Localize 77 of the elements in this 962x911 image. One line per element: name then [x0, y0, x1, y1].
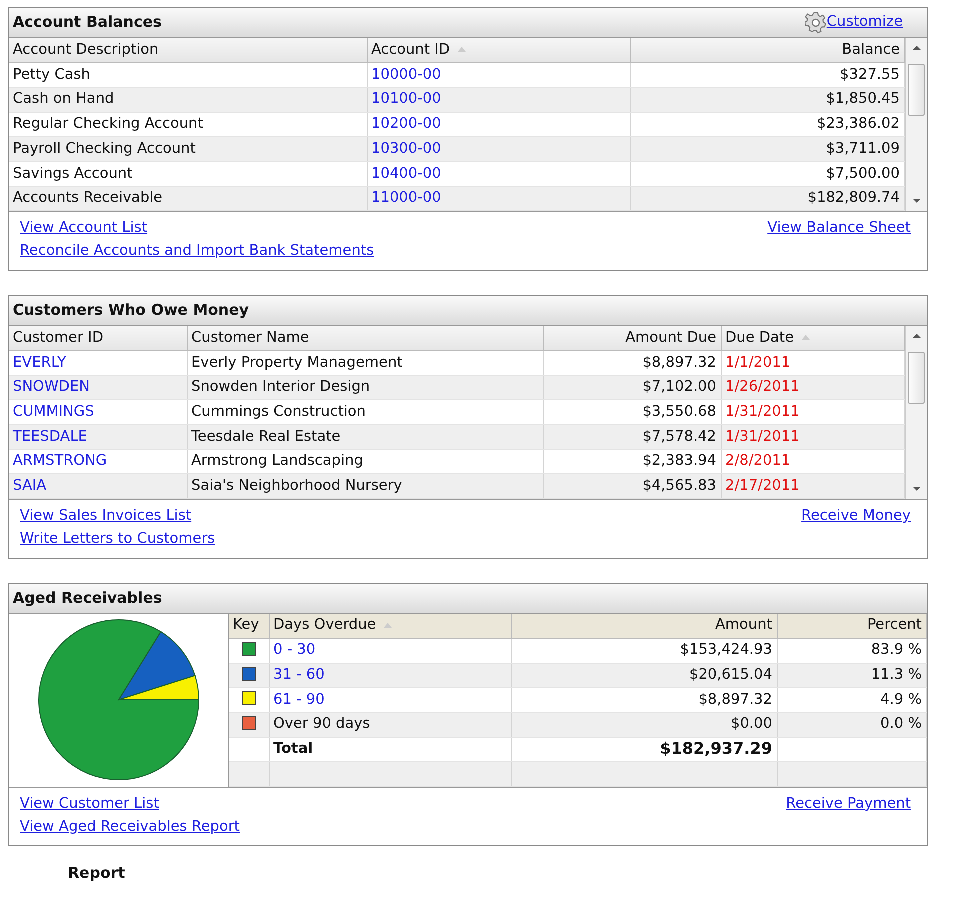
link[interactable]: Write Letters to Customers: [20, 528, 216, 551]
table-cell: $20,615.04: [511, 663, 777, 688]
days-overdue-link[interactable]: 0 - 30: [269, 638, 511, 663]
table-cell: $1,850.45: [630, 87, 904, 112]
account-id-link[interactable]: 10000-00: [367, 62, 630, 88]
table-cell: 1/31/2011: [721, 424, 904, 450]
table-cell: $7,500.00: [630, 161, 904, 186]
table-cell: Petty Cash: [9, 62, 367, 88]
scroll-up-icon[interactable]: [913, 334, 921, 338]
link[interactable]: Receive Payment: [786, 794, 911, 816]
panel-title: Customers Who Owe Money: [13, 300, 250, 322]
account-id-link[interactable]: 10100-00: [367, 87, 630, 112]
table-cell: Accounts Receivable: [9, 186, 367, 211]
column-header[interactable]: Amount: [511, 614, 777, 638]
table-cell: Teesdale Real Estate: [187, 424, 543, 450]
column-header[interactable]: Customer Name: [187, 326, 543, 350]
table-cell: 1/26/2011: [721, 375, 904, 400]
customer-id-link[interactable]: TEESDALE: [9, 424, 187, 450]
column-header[interactable]: Key: [229, 614, 269, 638]
account-id-link[interactable]: 11000-00: [367, 186, 630, 211]
account-id-link[interactable]: 10400-00: [367, 161, 630, 186]
link[interactable]: View Sales Invoices List: [20, 506, 216, 528]
table-cell: $8,897.32: [511, 688, 777, 712]
table-cell: Everly Property Management: [187, 350, 543, 376]
link[interactable]: View Account List: [20, 218, 374, 240]
table-cell: $0.00: [511, 712, 777, 738]
column-header[interactable]: Account Description: [9, 38, 367, 63]
days-overdue-link[interactable]: 61 - 90: [269, 688, 511, 712]
scroll-down-icon[interactable]: [913, 487, 921, 492]
table-cell: $7,102.00: [543, 375, 721, 400]
table-cell: $7,578.42: [543, 424, 721, 450]
table-cell: 83.9 %: [777, 638, 926, 663]
scroll-up-icon[interactable]: [913, 46, 921, 50]
table-cell: Over 90 days: [269, 712, 511, 738]
column-header[interactable]: Due Date: [721, 326, 904, 350]
table-cell: $327.55: [630, 62, 904, 88]
column-header[interactable]: Days Overdue: [269, 614, 511, 638]
panel-title: Report: [67, 863, 126, 884]
column-header[interactable]: Customer ID: [9, 326, 187, 350]
table-cell: Payroll Checking Account: [9, 136, 367, 162]
table-cell: 0.0 %: [777, 712, 926, 738]
table-cell: 1/1/2011: [721, 350, 904, 376]
table-cell: 2/17/2011: [721, 474, 904, 499]
table-cell: $3,711.09: [630, 136, 904, 162]
link[interactable]: Reconcile Accounts and Import Bank Statements: [20, 241, 374, 263]
gear-icon[interactable]: [804, 12, 827, 34]
customer-id-link[interactable]: SNOWDEN: [9, 375, 187, 400]
customer-id-link[interactable]: SAIA: [9, 474, 187, 499]
table-cell: $182,809.74: [630, 186, 904, 211]
customize-link[interactable]: Customize: [826, 12, 903, 34]
scrollbar[interactable]: [905, 326, 927, 500]
table-cell: Cash on Hand: [9, 87, 367, 112]
link[interactable]: View Balance Sheet: [768, 218, 911, 240]
table-cell: Snowden Interior Design: [187, 375, 543, 400]
column-header[interactable]: Account ID: [367, 38, 630, 63]
table-cell: $4,565.83: [543, 474, 721, 499]
column-header[interactable]: Balance: [630, 38, 904, 63]
table-cell: 4.9 %: [777, 688, 926, 712]
customer-id-link[interactable]: EVERLY: [9, 350, 187, 376]
scroll-thumb[interactable]: [908, 64, 925, 116]
scroll-thumb[interactable]: [908, 352, 925, 404]
days-overdue-link[interactable]: 31 - 60: [269, 663, 511, 688]
column-header[interactable]: Percent: [777, 614, 926, 638]
table-cell: 11.3 %: [777, 663, 926, 688]
panel-title: Account Balances: [13, 12, 162, 34]
account-id-link[interactable]: 10300-00: [367, 136, 630, 162]
link[interactable]: View Aged Receivables Report: [20, 816, 240, 838]
table-cell: Savings Account: [9, 161, 367, 186]
column-header[interactable]: Amount Due: [543, 326, 721, 350]
scrollbar[interactable]: [905, 38, 927, 212]
link[interactable]: View Customer List: [20, 794, 240, 816]
table-cell: $8,897.32: [543, 350, 721, 376]
link[interactable]: Receive Money: [802, 506, 911, 528]
panel-title: Aged Receivables: [13, 588, 162, 609]
table-cell: $153,424.93: [511, 638, 777, 663]
scroll-down-icon[interactable]: [913, 199, 921, 204]
table-cell: Saia's Neighborhood Nursery: [187, 474, 543, 499]
